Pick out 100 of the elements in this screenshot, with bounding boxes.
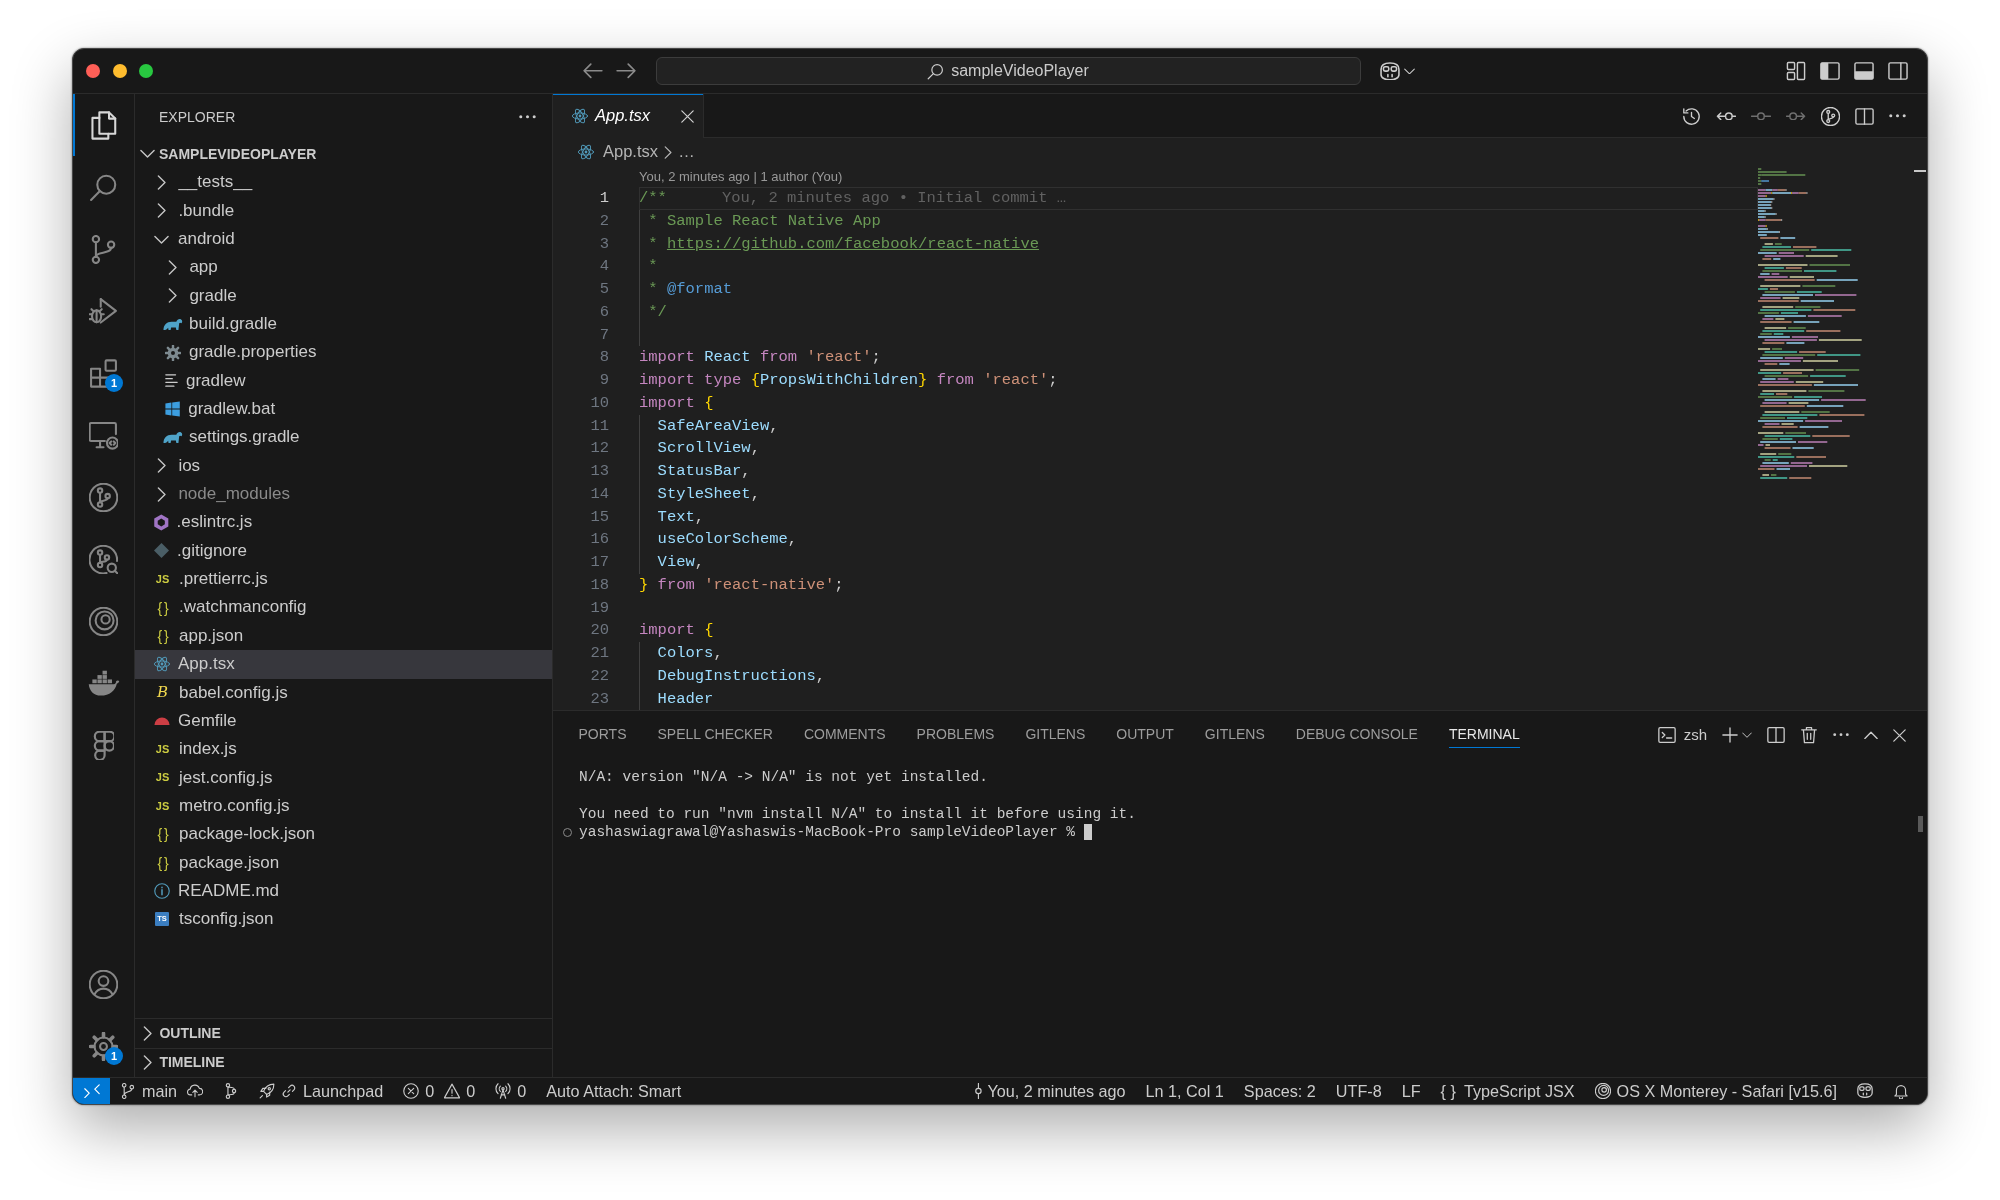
more-icon[interactable] (1833, 733, 1849, 737)
folder-item[interactable]: gradle (135, 281, 552, 311)
whale-icon[interactable] (87, 669, 120, 697)
file-item[interactable]: JS metro.config.js (135, 791, 552, 821)
codelens-text[interactable]: You, 2 minutes ago | 1 author (You) (639, 168, 843, 185)
file-item[interactable]: JS .prettierrc.js (135, 565, 552, 594)
panel-tab[interactable]: PROBLEMS (916, 711, 995, 748)
chevron-up-icon[interactable] (1864, 730, 1878, 740)
sidebar-right-icon[interactable] (1888, 61, 1908, 81)
commit-back-icon[interactable] (1716, 111, 1736, 121)
file-item[interactable]: JS index.js (135, 735, 552, 764)
split-icon[interactable] (1767, 726, 1785, 744)
blame-button[interactable]: You, 2 minutes ago (964, 1078, 1136, 1104)
problems-button[interactable]: 0 0 (393, 1078, 486, 1104)
file-item[interactable]: B babel.config.js (135, 678, 552, 707)
panel-tab[interactable]: TERMINAL (1448, 711, 1520, 748)
language-button[interactable]: { } TypeScript JSX (1430, 1078, 1585, 1104)
file-item[interactable]: .gitignore (135, 536, 552, 566)
file-item[interactable]: { } package-lock.json (135, 820, 552, 849)
file-item[interactable]: build.gradle (135, 310, 552, 339)
chevron-down-icon[interactable] (1403, 67, 1415, 75)
window-close-icon[interactable] (86, 64, 100, 78)
sidebar-left-icon[interactable] (1820, 61, 1840, 81)
panel-bottom-icon[interactable] (1854, 61, 1874, 81)
trash-icon[interactable] (1800, 726, 1818, 744)
file-item[interactable]: JS jest.config.js (135, 763, 552, 792)
split-icon[interactable] (1855, 106, 1874, 126)
commit-forward-icon[interactable] (1786, 111, 1806, 121)
close-icon[interactable] (681, 109, 695, 123)
search-icon[interactable] (89, 172, 118, 202)
circle-branch-icon[interactable] (1821, 106, 1840, 126)
remote-button[interactable] (73, 1078, 110, 1104)
play-bug-icon[interactable] (89, 296, 118, 326)
browser-button[interactable]: OS X Monterey - Safari [v15.6] (1584, 1078, 1847, 1104)
folder-item[interactable]: android (135, 225, 552, 254)
section-header[interactable]: SAMPLEVIDEOPLAYER (135, 140, 552, 169)
file-item[interactable]: App.tsx (135, 650, 552, 679)
indentation-button[interactable]: Spaces: 2 (1233, 1078, 1326, 1104)
window-minimize-icon[interactable] (112, 64, 127, 78)
folder-item[interactable]: ios (135, 451, 552, 481)
file-item[interactable]: README.md (135, 876, 552, 906)
branch-icon[interactable] (89, 234, 118, 264)
layout-icon[interactable] (1786, 61, 1806, 81)
file-item[interactable]: gradlew (135, 366, 552, 396)
panel-tab[interactable]: PORTS (578, 711, 627, 748)
panel-tab[interactable]: DEBUG CONSOLE (1295, 711, 1418, 748)
section-header[interactable]: TIMELINE (135, 1048, 552, 1077)
settings-icon[interactable] (89, 1031, 118, 1061)
file-item[interactable]: { } package.json (135, 848, 552, 877)
robot-face-icon[interactable] (1857, 1083, 1873, 1099)
section-header[interactable]: OUTLINE (135, 1019, 552, 1048)
file-item[interactable]: Gemfile (135, 706, 552, 736)
plus-icon[interactable] (1722, 727, 1738, 743)
cursor-position-button[interactable]: Ln 1, Col 1 (1135, 1078, 1234, 1104)
squares-icon[interactable] (89, 358, 118, 388)
close-icon[interactable] (1893, 728, 1906, 742)
launchpad-button[interactable]: Launchpad (249, 1078, 394, 1104)
editor-tab[interactable]: App.tsx (553, 94, 705, 138)
panel-tab[interactable]: COMMENTS (803, 711, 886, 748)
folder-item[interactable]: .bundle (135, 196, 552, 226)
window-zoom-icon[interactable] (139, 64, 153, 78)
file-item[interactable]: gradlew.bat (135, 395, 552, 424)
encoding-button[interactable]: UTF-8 (1325, 1078, 1392, 1104)
branch-button[interactable]: main (110, 1078, 188, 1104)
robot-face-icon[interactable] (1379, 61, 1400, 81)
panel-tab[interactable]: GITLENS (1025, 711, 1086, 748)
history-icon[interactable] (1682, 106, 1701, 126)
file-item[interactable]: .eslintrc.js (135, 508, 552, 537)
file-item[interactable]: { } app.json (135, 621, 552, 651)
panel-tab[interactable]: SPELL CHECKER (657, 711, 773, 748)
auto-attach-button[interactable]: Auto Attach: Smart (536, 1078, 692, 1104)
back-arrow-icon[interactable] (582, 63, 603, 79)
bell-icon[interactable] (1893, 1083, 1909, 1099)
account-icon[interactable] (89, 969, 118, 999)
file-item[interactable]: settings.gradle (135, 423, 552, 452)
file-item[interactable]: { } .watchmanconfig (135, 593, 552, 622)
panel-tab[interactable]: GITLENS (1204, 711, 1265, 748)
forward-arrow-icon[interactable] (615, 63, 636, 79)
breadcrumb-item[interactable]: … (678, 142, 695, 162)
branch-magnifier-icon[interactable] (89, 544, 118, 574)
shapes-icon[interactable] (92, 730, 115, 760)
circle-branch-icon[interactable] (89, 482, 118, 512)
folder-item[interactable]: __tests__ (135, 168, 552, 197)
terminal-shell-button[interactable]: zsh (1657, 726, 1707, 744)
more-icon[interactable] (519, 115, 536, 119)
line-ending-button[interactable]: LF (1391, 1078, 1431, 1104)
more-icon[interactable] (1889, 114, 1906, 118)
folder-item[interactable]: app (135, 253, 552, 282)
chevron-down-icon[interactable] (1742, 731, 1752, 739)
folder-item[interactable]: node_modules (135, 480, 552, 509)
cloud-upload-icon[interactable] (187, 1084, 204, 1098)
panel-tab[interactable]: OUTPUT (1116, 711, 1174, 748)
monitor-icon[interactable] (89, 420, 118, 450)
ports-button[interactable]: 0 (485, 1078, 537, 1104)
breadcrumb-item[interactable]: App.tsx (578, 142, 659, 162)
commit-icon[interactable] (1751, 111, 1771, 121)
command-center[interactable]: sampleVideoPlayer (655, 57, 1361, 85)
file-item[interactable]: gradle.properties (135, 338, 552, 367)
code-link[interactable]: https://github.com/facebook/react-native (666, 234, 1039, 253)
files-icon[interactable] (89, 110, 118, 140)
